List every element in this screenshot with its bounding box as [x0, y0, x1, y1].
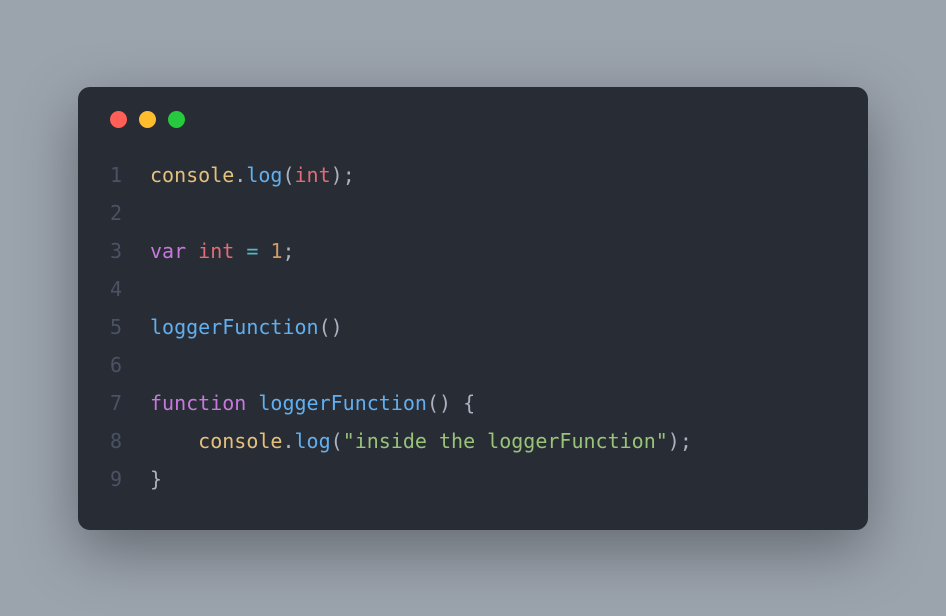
token-keyword: var	[150, 239, 186, 263]
code-editor[interactable]: 1 console.log(int); 2 3 var int = 1; 4 5…	[106, 156, 840, 498]
code-line: 9 }	[106, 460, 840, 498]
line-content: function loggerFunction() {	[150, 384, 475, 422]
code-line: 2	[106, 194, 840, 232]
token-punct: ;	[343, 163, 355, 187]
token-punct: .	[234, 163, 246, 187]
minimize-button[interactable]	[139, 111, 156, 128]
token-number: 1	[270, 239, 282, 263]
token-operator: =	[246, 239, 258, 263]
code-window: 1 console.log(int); 2 3 var int = 1; 4 5…	[78, 87, 868, 530]
close-button[interactable]	[110, 111, 127, 128]
token-object: console	[198, 429, 282, 453]
token-method: log	[295, 429, 331, 453]
token-space	[246, 391, 258, 415]
code-line: 6	[106, 346, 840, 384]
token-variable: int	[198, 239, 234, 263]
token-punct: )	[331, 315, 343, 339]
code-line: 4	[106, 270, 840, 308]
window-titlebar	[106, 111, 840, 128]
token-punct: ;	[680, 429, 692, 453]
token-punct: }	[150, 467, 162, 491]
token-funcname: loggerFunction	[258, 391, 427, 415]
token-punct: {	[463, 391, 475, 415]
token-indent	[150, 429, 198, 453]
token-space	[451, 391, 463, 415]
line-number: 8	[106, 422, 150, 460]
line-content: console.log("inside the loggerFunction")…	[150, 422, 692, 460]
code-line: 8 console.log("inside the loggerFunction…	[106, 422, 840, 460]
token-string: "inside the loggerFunction"	[343, 429, 668, 453]
token-punct: (	[319, 315, 331, 339]
code-line: 3 var int = 1;	[106, 232, 840, 270]
line-content: loggerFunction()	[150, 308, 343, 346]
line-number: 3	[106, 232, 150, 270]
token-punct: ;	[282, 239, 294, 263]
line-number: 5	[106, 308, 150, 346]
code-line: 1 console.log(int);	[106, 156, 840, 194]
line-number: 2	[106, 194, 150, 232]
token-punct: (	[282, 163, 294, 187]
line-number: 1	[106, 156, 150, 194]
line-content: console.log(int);	[150, 156, 355, 194]
token-punct: )	[331, 163, 343, 187]
code-line: 7 function loggerFunction() {	[106, 384, 840, 422]
line-number: 9	[106, 460, 150, 498]
token-punct: .	[282, 429, 294, 453]
line-number: 4	[106, 270, 150, 308]
token-method: log	[246, 163, 282, 187]
line-content: var int = 1;	[150, 232, 295, 270]
token-punct: )	[668, 429, 680, 453]
token-space	[186, 239, 198, 263]
token-space	[234, 239, 246, 263]
token-keyword: function	[150, 391, 246, 415]
maximize-button[interactable]	[168, 111, 185, 128]
token-variable: int	[295, 163, 331, 187]
token-call: loggerFunction	[150, 315, 319, 339]
line-content: }	[150, 460, 162, 498]
token-punct: (	[427, 391, 439, 415]
line-number: 6	[106, 346, 150, 384]
token-space	[258, 239, 270, 263]
token-punct: )	[439, 391, 451, 415]
line-number: 7	[106, 384, 150, 422]
token-punct: (	[331, 429, 343, 453]
token-object: console	[150, 163, 234, 187]
code-line: 5 loggerFunction()	[106, 308, 840, 346]
